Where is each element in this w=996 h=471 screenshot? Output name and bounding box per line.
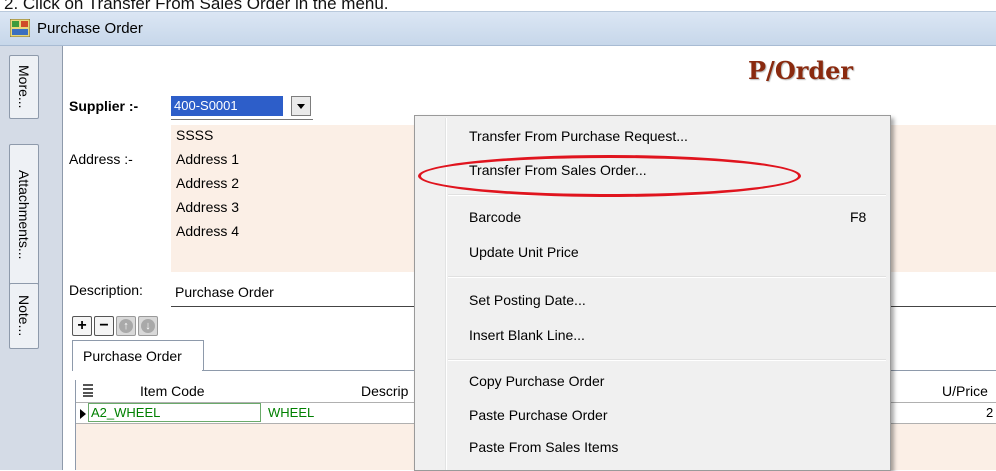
supplier-dropdown-button[interactable]	[291, 96, 311, 116]
plus-icon: +	[77, 317, 87, 334]
menu-separator	[448, 359, 886, 361]
supplier-combo[interactable]: 400-S0001	[171, 96, 283, 116]
add-row-button[interactable]: +	[72, 316, 92, 336]
menu-item-update-unit-price[interactable]: Update Unit Price	[469, 244, 579, 260]
title-bar: Purchase Order	[0, 12, 996, 46]
sidebar-tab-label: Note...	[16, 295, 32, 337]
column-chooser-icon[interactable]	[83, 384, 93, 397]
menu-separator	[448, 276, 886, 278]
move-up-button[interactable]: ↑	[116, 316, 136, 336]
sidebar-tab-label: Attachments...	[16, 170, 32, 260]
description-cell[interactable]: WHEEL	[268, 405, 314, 420]
combo-underline	[171, 119, 313, 120]
address-line-2[interactable]: Address 2	[176, 175, 239, 191]
minus-icon: −	[99, 317, 109, 334]
sidebar-tab-attachments[interactable]: Attachments...	[9, 144, 39, 286]
column-item-code[interactable]: Item Code	[140, 383, 205, 399]
unit-price-cell[interactable]: 2	[986, 405, 993, 420]
column-description[interactable]: Descrip	[361, 383, 408, 399]
tab-label: Purchase Order	[83, 348, 182, 364]
row-pointer-icon	[80, 409, 86, 419]
supplier-value: 400-S0001	[174, 98, 238, 113]
barcode-shortcut: F8	[850, 209, 867, 225]
sidebar-tab-label: More...	[16, 65, 32, 109]
tab-purchase-order[interactable]: Purchase Order	[72, 340, 204, 371]
sidebar: More... Attachments... Note...	[0, 46, 62, 470]
menu-item-insert-blank-line[interactable]: Insert Blank Line...	[469, 327, 585, 343]
item-code-cell[interactable]: A2_WHEEL	[91, 405, 160, 420]
window-title: Purchase Order	[37, 20, 143, 37]
menu-item-transfer-from-purchase-request[interactable]: Transfer From Purchase Request...	[469, 128, 688, 144]
address-line-1[interactable]: Address 1	[176, 151, 239, 167]
delete-row-button[interactable]: −	[94, 316, 114, 336]
menu-item-copy-purchase-order[interactable]: Copy Purchase Order	[469, 373, 604, 389]
highlight-ellipse	[418, 155, 801, 197]
address-line-4[interactable]: Address 4	[176, 223, 239, 239]
column-unit-price[interactable]: U/Price	[942, 383, 988, 399]
arrow-up-icon: ↑	[119, 319, 133, 333]
address-line-3[interactable]: Address 3	[176, 199, 239, 215]
move-down-button[interactable]: ↓	[138, 316, 158, 336]
menu-item-set-posting-date[interactable]: Set Posting Date...	[469, 292, 586, 308]
menu-item-paste-purchase-order[interactable]: Paste Purchase Order	[469, 407, 608, 423]
description-label: Description:	[69, 282, 143, 298]
supplier-label: Supplier :-	[69, 98, 139, 114]
menu-item-barcode[interactable]: Barcode	[469, 209, 521, 225]
description-field[interactable]: Purchase Order	[175, 284, 274, 300]
sidebar-tab-more[interactable]: More...	[9, 55, 39, 119]
supplier-name[interactable]: SSSS	[176, 127, 213, 143]
app-icon	[10, 19, 30, 37]
menu-item-paste-from-sales-items[interactable]: Paste From Sales Items	[469, 439, 618, 455]
address-label: Address :-	[69, 151, 133, 167]
arrow-down-icon: ↓	[141, 319, 155, 333]
sidebar-tab-note[interactable]: Note...	[9, 283, 39, 349]
form-title: P/Order	[748, 56, 854, 85]
